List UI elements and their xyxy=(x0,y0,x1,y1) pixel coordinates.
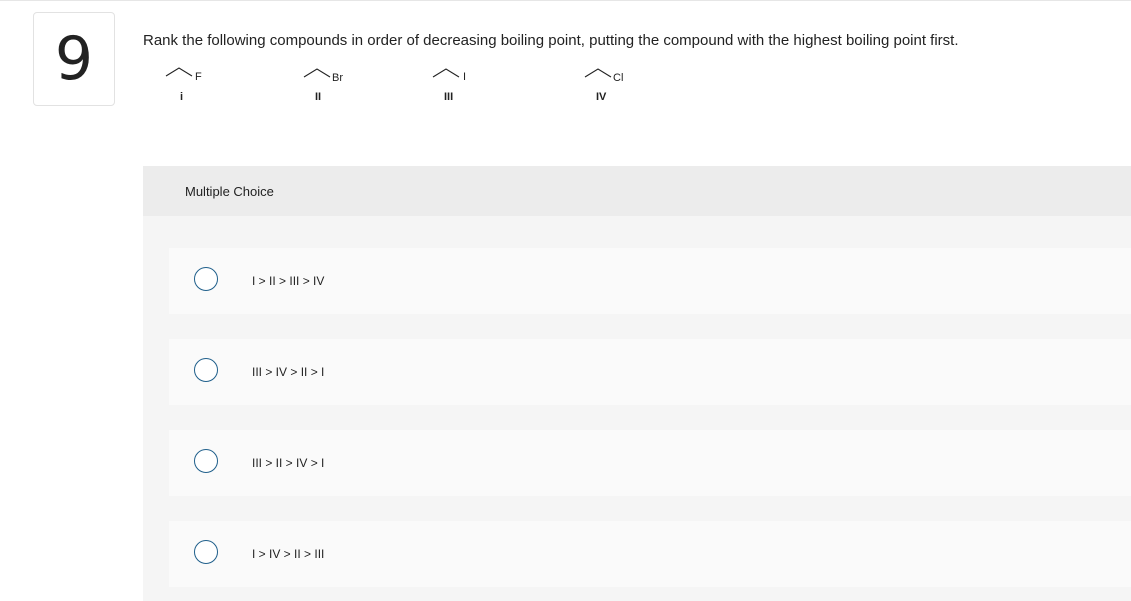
compound-ii-halogen: Br xyxy=(332,72,343,84)
radio-button[interactable] xyxy=(194,358,218,382)
compound-iii-label: III xyxy=(444,91,454,103)
compound-i-structure xyxy=(165,67,193,77)
choice-option-2[interactable]: III > IV > II > I xyxy=(169,339,1131,405)
compound-iv: Cl IV xyxy=(582,64,642,108)
compound-iii: I III xyxy=(430,64,490,108)
compound-iv-label: IV xyxy=(596,91,607,103)
question-page: 9 Rank the following compounds in order … xyxy=(0,0,1131,601)
question-number: 9 xyxy=(33,12,115,106)
compound-i: F i xyxy=(163,64,223,108)
compound-iv-structure xyxy=(584,68,612,78)
multiple-choice-title: Multiple Choice xyxy=(185,184,274,199)
choice-option-label: III > II > IV > I xyxy=(252,456,325,470)
multiple-choice-options: I > II > III > IV III > IV > II > I III … xyxy=(143,216,1131,601)
radio-button[interactable] xyxy=(194,449,218,473)
radio-button[interactable] xyxy=(194,267,218,291)
multiple-choice-header: Multiple Choice xyxy=(143,166,1131,216)
choice-option-4[interactable]: I > IV > II > III xyxy=(169,521,1131,587)
compound-iv-halogen: Cl xyxy=(613,72,624,84)
compound-iii-structure xyxy=(432,68,460,78)
compound-ii: Br II xyxy=(301,64,361,108)
compound-i-halogen: F xyxy=(195,71,202,83)
compound-iii-halogen: I xyxy=(463,71,467,83)
top-divider xyxy=(0,0,1131,1)
multiple-choice-panel: Multiple Choice I > II > III > IV III > … xyxy=(143,166,1131,601)
choice-option-3[interactable]: III > II > IV > I xyxy=(169,430,1131,496)
choice-option-label: I > IV > II > III xyxy=(252,547,325,561)
compound-ii-label: II xyxy=(315,91,322,103)
radio-button[interactable] xyxy=(194,540,218,564)
choice-option-label: I > II > III > IV xyxy=(252,274,325,288)
compound-i-label: i xyxy=(180,91,184,103)
choice-option-label: III > IV > II > I xyxy=(252,365,325,379)
compound-ii-structure xyxy=(303,68,331,78)
choice-option-1[interactable]: I > II > III > IV xyxy=(169,248,1131,314)
question-prompt: Rank the following compounds in order of… xyxy=(143,32,959,49)
